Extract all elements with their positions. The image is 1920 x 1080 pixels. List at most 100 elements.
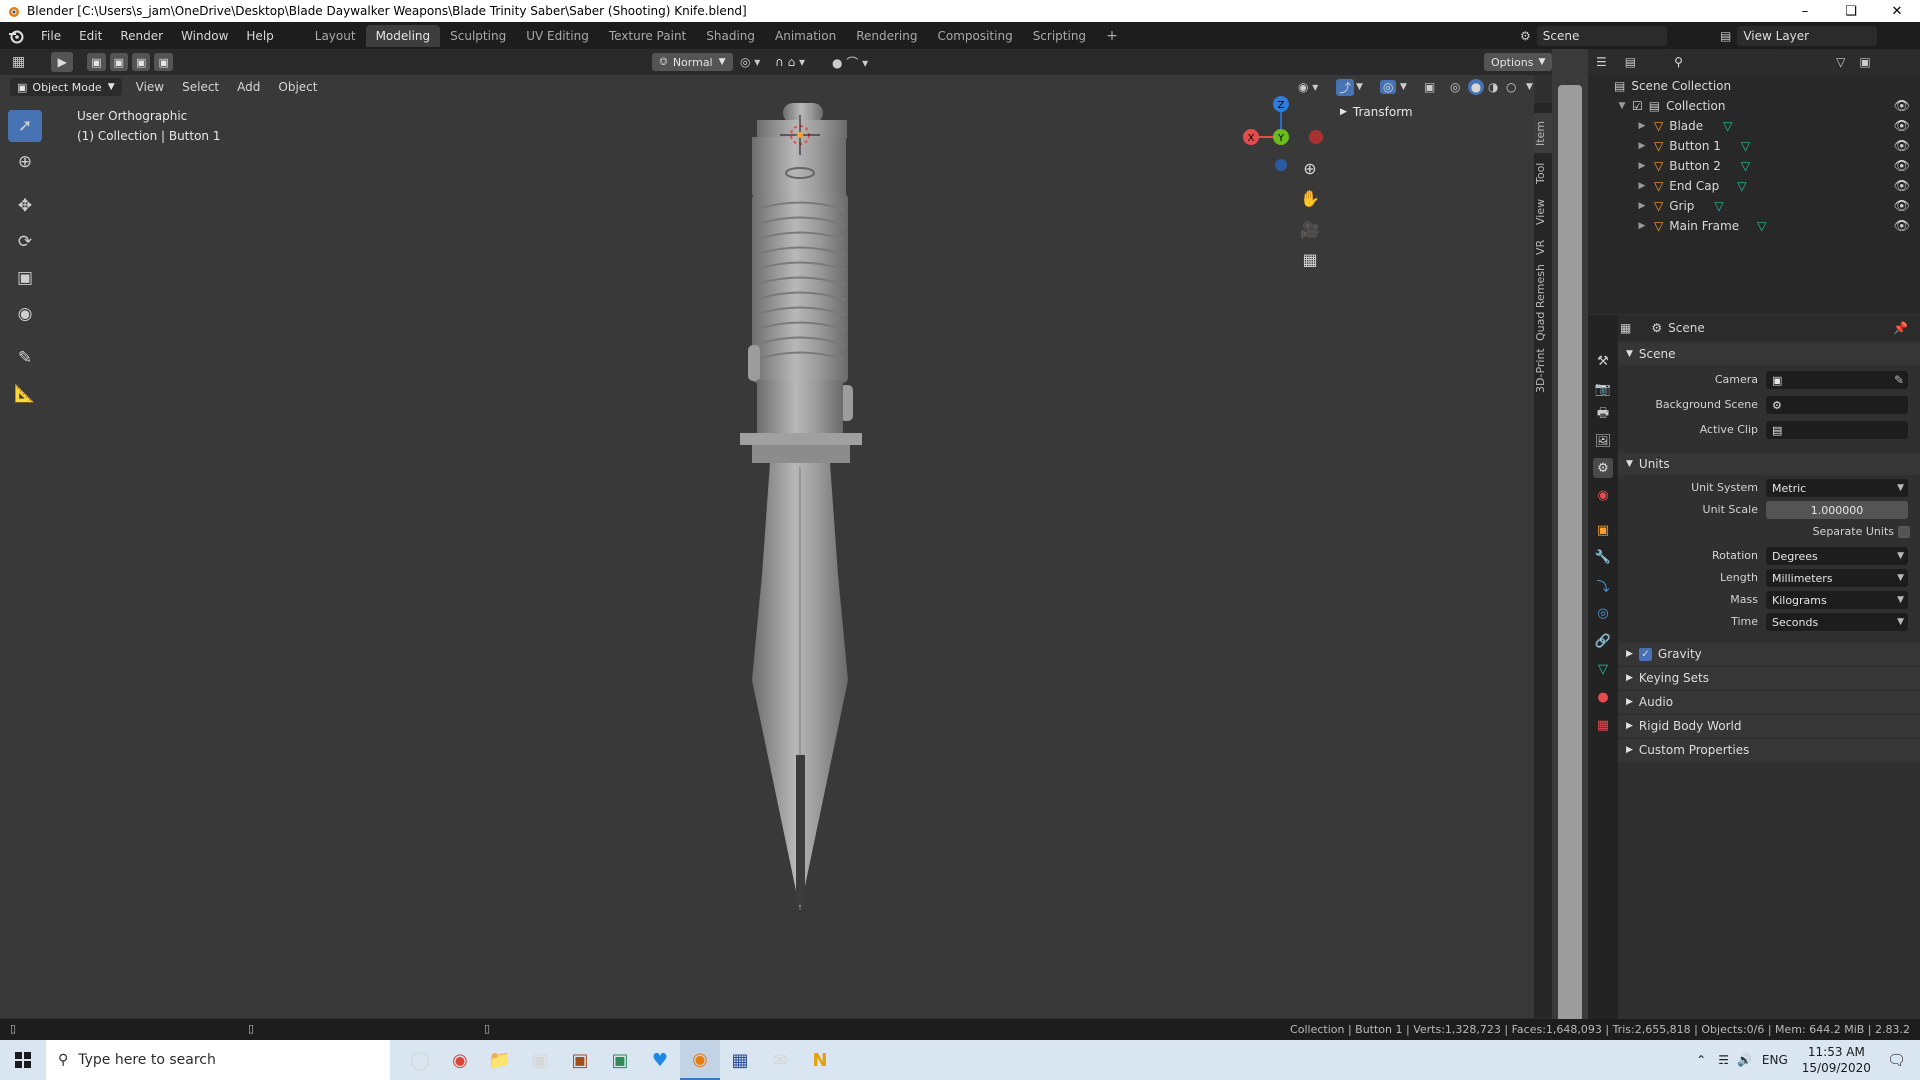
network-icon[interactable]: ☴ — [1718, 1053, 1729, 1067]
clock[interactable]: 11:53 AM 15/09/2020 — [1802, 1044, 1871, 1076]
visibility-eye-icon[interactable]: 👁 — [1893, 139, 1910, 154]
object-props-icon[interactable]: ▣ — [1593, 520, 1613, 540]
tray-expand-icon[interactable]: ⌃ — [1696, 1053, 1706, 1067]
expand-icon[interactable]: ▶ — [1636, 221, 1648, 231]
notifications-icon[interactable]: 🗨 — [1887, 1051, 1906, 1069]
section-scene[interactable]: ▼ Scene — [1618, 343, 1920, 365]
visibility-eye-icon[interactable]: 👁 — [1893, 119, 1910, 134]
minimize-button[interactable]: – — [1782, 0, 1828, 22]
expand-icon[interactable]: ▶ — [1636, 121, 1648, 131]
outliner-item-button-2[interactable]: ▶ ▽ Button 2 ▽ 👁 — [1588, 156, 1920, 176]
visibility-eye-icon[interactable]: 👁 — [1893, 179, 1910, 194]
tab-shading[interactable]: Shading — [696, 25, 765, 47]
app-icon-4[interactable]: ♥ — [640, 1040, 680, 1080]
language-indicator[interactable]: ENG — [1762, 1053, 1788, 1067]
view-layer-selector[interactable]: View Layer — [1737, 25, 1878, 46]
outliner-item-blade[interactable]: ▶ ▽ Blade ▽ 👁 — [1588, 116, 1920, 136]
options-dropdown[interactable]: Options ▼ — [1484, 53, 1553, 71]
active-clip-field[interactable]: ▤ — [1766, 421, 1908, 439]
move-tool-icon[interactable]: ✥ — [8, 190, 42, 222]
transform-orientation-dropdown[interactable]: ⎊ Normal ▼ — [652, 53, 733, 71]
visibility-eye-icon[interactable]: 👁 — [1893, 219, 1910, 234]
annotate-tool-icon[interactable]: ✎ — [8, 342, 42, 374]
tab-layout[interactable]: Layout — [305, 25, 366, 47]
tab-compositing[interactable]: Compositing — [927, 25, 1022, 47]
tab-texture-paint[interactable]: Texture Paint — [599, 25, 696, 47]
outliner-search-input[interactable]: ⚲ — [1668, 51, 1777, 72]
header-menu-object[interactable]: Object — [278, 80, 317, 94]
eyedropper-icon[interactable]: ✎ — [1894, 373, 1904, 387]
visibility-icon[interactable]: ◉ ▾ — [1298, 80, 1318, 94]
overlay-toggle-icon[interactable]: ◎ — [1380, 80, 1397, 94]
measure-tool-icon[interactable]: 📐 — [8, 378, 42, 410]
outliner-item-main-frame[interactable]: ▶ ▽ Main Frame ▽ 👁 — [1588, 216, 1920, 236]
pivot-point-icon[interactable]: ◎ ▾ — [740, 55, 760, 69]
add-workspace-icon[interactable]: + — [1096, 24, 1128, 48]
proportional-edit-icon[interactable]: ● ⌒ ▾ — [832, 54, 868, 71]
checkbox-icon[interactable]: ☑ — [1632, 99, 1643, 113]
editor-type-icon[interactable]: ▦ — [1620, 321, 1631, 335]
view-layer-props-icon[interactable]: 🖼 — [1593, 431, 1613, 451]
unit-scale-field[interactable]: 1.000000 — [1766, 501, 1908, 519]
header-menu-add[interactable]: Add — [237, 80, 260, 94]
visibility-eye-icon[interactable]: 👁 — [1893, 99, 1910, 114]
tab-item[interactable]: Item — [1534, 113, 1552, 153]
data-props-icon[interactable]: ▽ — [1593, 659, 1613, 679]
section-audio[interactable]: ▶ Audio — [1618, 691, 1920, 713]
app-icon-2[interactable]: ▣ — [560, 1040, 600, 1080]
app-icon-1[interactable]: ▣ — [520, 1040, 560, 1080]
tab-rendering[interactable]: Rendering — [846, 25, 927, 47]
subtract-selection-icon[interactable]: ▣ — [132, 53, 151, 71]
restore-button[interactable]: ❏ — [1828, 0, 1874, 22]
tab-tool[interactable]: Tool — [1534, 155, 1552, 191]
outliner-scene-collection[interactable]: ▤ Scene Collection — [1588, 76, 1920, 96]
render-props-icon[interactable]: 📷 — [1593, 379, 1613, 399]
select-tool-icon[interactable]: ➚ — [8, 110, 42, 142]
menu-window[interactable]: Window — [172, 29, 237, 43]
gizmo-toggle-icon[interactable]: ⤴ — [1336, 78, 1355, 96]
zoom-icon[interactable]: ⊕ — [1297, 155, 1323, 181]
menu-help[interactable]: Help — [237, 29, 282, 43]
section-units[interactable]: ▼ Units — [1618, 453, 1920, 475]
tab-modeling[interactable]: Modeling — [365, 24, 441, 47]
modifier-props-icon[interactable]: 🔧 — [1593, 547, 1613, 567]
transform-panel-header[interactable]: ▶ Transform — [1336, 101, 1534, 123]
expand-icon[interactable]: ▶ — [1636, 161, 1648, 171]
blender-taskbar-icon[interactable]: ◉ — [680, 1040, 720, 1080]
background-scene-field[interactable]: ⚙ — [1766, 396, 1908, 414]
tab-vr[interactable]: VR — [1534, 233, 1552, 261]
section-custom-properties[interactable]: ▶ Custom Properties — [1618, 739, 1920, 761]
constraints-props-icon[interactable]: 🔗 — [1593, 631, 1613, 651]
texture-props-icon[interactable]: ▦ — [1593, 715, 1613, 735]
expand-icon[interactable]: ▶ — [1636, 141, 1648, 151]
app-icon-3[interactable]: ▣ — [600, 1040, 640, 1080]
length-dropdown[interactable]: Millimeters ▼ — [1766, 569, 1908, 587]
section-gravity[interactable]: ▶ ✓ Gravity — [1618, 643, 1920, 665]
visibility-eye-icon[interactable]: 👁 — [1893, 159, 1910, 174]
volume-icon[interactable]: 🔊 — [1737, 1053, 1752, 1067]
display-mode-icon[interactable]: ▤ — [1625, 55, 1636, 69]
header-menu-select[interactable]: Select — [182, 80, 219, 94]
ortho-grid-icon[interactable]: ▦ — [1297, 246, 1323, 272]
tab-sculpting[interactable]: Sculpting — [440, 25, 516, 47]
taskbar-search-box[interactable]: ⚲ Type here to search — [46, 1040, 390, 1080]
header-menu-view[interactable]: View — [136, 80, 164, 94]
section-keying-sets[interactable]: ▶ Keying Sets — [1618, 667, 1920, 689]
3d-viewport[interactable]: User Orthographic (1) Collection | Butto… — [0, 75, 1534, 1018]
scale-tool-icon[interactable]: ▣ — [8, 262, 42, 294]
gizmo-dropdown-icon[interactable]: ▼ — [1356, 82, 1363, 92]
tab-scripting[interactable]: Scripting — [1023, 25, 1096, 47]
rendered-shading-icon[interactable]: ○ — [1506, 80, 1516, 94]
particles-props-icon[interactable]: ⤵ — [1593, 575, 1613, 595]
visibility-eye-icon[interactable]: 👁 — [1893, 199, 1910, 214]
scene-selector[interactable]: Scene — [1536, 25, 1667, 46]
new-collection-icon[interactable]: ▣ — [1859, 55, 1870, 69]
tab-3d-print[interactable]: 3D-Print — [1534, 345, 1552, 397]
shading-dropdown-icon[interactable]: ▼ — [1526, 82, 1533, 92]
outliner-item-button-1[interactable]: ▶ ▽ Button 1 ▽ 👁 — [1588, 136, 1920, 156]
windows-start-icon[interactable] — [0, 1040, 46, 1080]
time-dropdown[interactable]: Seconds ▼ — [1766, 613, 1908, 631]
menu-render[interactable]: Render — [111, 29, 172, 43]
unit-system-dropdown[interactable]: Metric ▼ — [1766, 479, 1908, 497]
gravity-checkbox[interactable]: ✓ — [1638, 647, 1652, 661]
